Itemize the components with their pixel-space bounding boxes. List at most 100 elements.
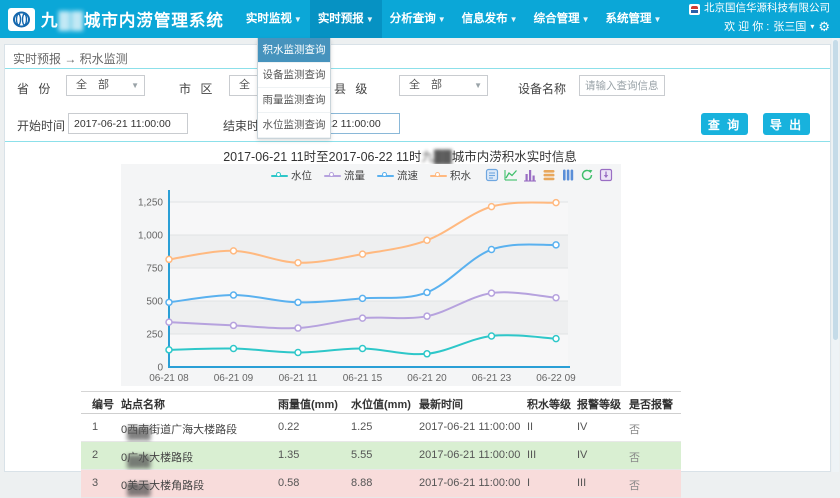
- cell-alarm: IV: [577, 421, 587, 433]
- device-name-label: 设备名称: [518, 80, 566, 97]
- line-chart-icon[interactable]: [504, 168, 518, 187]
- censored-station-code: ███: [127, 484, 150, 496]
- menu-item-realtime-monitor[interactable]: 实时监视▼: [238, 0, 310, 38]
- legend-item[interactable]: 流速: [377, 168, 418, 183]
- chevron-down-icon: ▼: [294, 15, 302, 24]
- svg-text:06-22 09: 06-22 09: [536, 373, 576, 384]
- chevron-down-icon: ▼: [474, 76, 482, 95]
- city-label: 市 区: [179, 80, 215, 97]
- svg-text:06-21 23: 06-21 23: [472, 373, 512, 384]
- welcome-label: 欢 迎 你 :: [724, 19, 769, 36]
- cell-no: 3: [92, 477, 98, 489]
- cell-level: I: [527, 477, 530, 489]
- chart-toolbox: [485, 168, 613, 187]
- stations-table: 编号站点名称雨量值(mm)水位值(mm)最新时间积水等级报警等级是否报警 10█…: [81, 391, 681, 498]
- divider: [5, 141, 830, 142]
- cell-alarm: III: [577, 477, 586, 489]
- save-image-icon[interactable]: [599, 168, 613, 187]
- chart-title: 2017-06-21 11时至2017-06-22 11时九██城市内涝积水实时…: [5, 146, 795, 165]
- svg-text:500: 500: [146, 297, 163, 308]
- cell-no: 1: [92, 421, 98, 433]
- county-label: 县 级: [334, 80, 370, 97]
- column-header: 编号: [92, 396, 114, 412]
- table-header: 编号站点名称雨量值(mm)水位值(mm)最新时间积水等级报警等级是否报警: [81, 391, 681, 414]
- column-header: 最新时间: [419, 396, 463, 412]
- cell-water: 5.55: [351, 449, 372, 461]
- censored-station-code: ███: [127, 428, 150, 440]
- export-button[interactable]: 导 出: [763, 113, 810, 135]
- legend-item[interactable]: 水位: [271, 168, 312, 183]
- column-header: 雨量值(mm): [278, 396, 338, 412]
- line-chart: 02505007501,0001,25006-21 0806-21 0906-2…: [121, 164, 621, 386]
- welcome-user[interactable]: 欢 迎 你 : 张三国 ▾ ⚙: [689, 17, 830, 37]
- svg-text:750: 750: [146, 264, 163, 275]
- svg-text:06-21 08: 06-21 08: [149, 373, 189, 384]
- scrollbar-thumb[interactable]: [833, 40, 838, 340]
- menu-item-system-mgmt[interactable]: 系统管理▼: [598, 0, 670, 38]
- legend-marker-icon: [271, 175, 288, 177]
- province-label: 省 份: [17, 80, 53, 97]
- start-time-input[interactable]: [68, 113, 188, 134]
- menu-item-info-publish[interactable]: 信息发布▼: [454, 0, 526, 38]
- legend-item[interactable]: 流量: [324, 168, 365, 183]
- start-time-label: 开始时间: [17, 117, 65, 134]
- stack-icon[interactable]: [542, 168, 556, 187]
- svg-text:0: 0: [157, 363, 163, 374]
- main-menu: 实时监视▼实时预报▼分析查询▼信息发布▼综合管理▼系统管理▼: [238, 0, 670, 38]
- cell-water: 8.88: [351, 477, 372, 489]
- svg-text:06-21 09: 06-21 09: [214, 373, 254, 384]
- cell-is-alarm: 否: [629, 449, 640, 465]
- bar-chart-icon[interactable]: [523, 168, 537, 187]
- cell-time: 2017-06-21 11:00:00: [419, 449, 520, 461]
- county-select[interactable]: 全 部▼: [399, 75, 488, 96]
- cell-station: 0███美天大楼角路段: [121, 477, 204, 493]
- cell-is-alarm: 否: [629, 477, 640, 493]
- cell-alarm: IV: [577, 449, 587, 461]
- chevron-down-icon: ▼: [582, 15, 590, 24]
- column-header: 水位值(mm): [351, 396, 411, 412]
- cell-time: 2017-06-21 11:00:00: [419, 477, 520, 489]
- province-select[interactable]: 全 部▼: [66, 75, 145, 96]
- restore-icon[interactable]: [580, 168, 594, 187]
- column-header: 站点名称: [121, 396, 165, 412]
- header-right: 北京国信华源科技有限公司 欢 迎 你 : 张三国▾ ⚙: [689, 1, 830, 36]
- query-button[interactable]: 查 询: [701, 113, 748, 135]
- menu-item-realtime-forecast[interactable]: 实时预报▼: [310, 0, 382, 38]
- table-body: 10███西南街道广海大楼路段0.221.252017-06-21 11:00:…: [81, 414, 681, 498]
- app-title: 九██城市内涝管理系统: [41, 7, 224, 31]
- breadcrumb: 实时预报 → 积水监测: [13, 50, 128, 67]
- username[interactable]: 张三国: [773, 19, 806, 36]
- user-caret-icon[interactable]: ▾: [810, 21, 814, 33]
- column-header: 积水等级: [527, 396, 571, 412]
- column-header: 报警等级: [577, 396, 621, 412]
- chevron-down-icon: ▼: [510, 15, 518, 24]
- legend-item[interactable]: 积水: [430, 168, 471, 183]
- dropdown-item-water-level-monitor-query[interactable]: 水位监测查询: [258, 113, 330, 138]
- forecast-dropdown-menu: 积水监测查询设备监测查询雨量监测查询水位监测查询: [257, 38, 331, 139]
- table-row[interactable]: 30███美天大楼角路段0.588.882017-06-21 11:00:00I…: [81, 470, 681, 498]
- tiled-icon[interactable]: [561, 168, 575, 187]
- chart-area: 02505007501,0001,25006-21 0806-21 0906-2…: [121, 164, 621, 386]
- table-row[interactable]: 20███广水大楼路段1.355.552017-06-21 11:00:00II…: [81, 442, 681, 470]
- dropdown-item-device-monitor-query[interactable]: 设备监测查询: [258, 63, 330, 88]
- cell-water: 1.25: [351, 421, 372, 433]
- dropdown-item-ponding-monitor-query[interactable]: 积水监测查询: [258, 38, 330, 63]
- dropdown-item-rainfall-monitor-query[interactable]: 雨量监测查询: [258, 88, 330, 113]
- cell-is-alarm: 否: [629, 421, 640, 437]
- menu-item-comprehensive-mgmt[interactable]: 综合管理▼: [526, 0, 598, 38]
- menu-item-analysis-query[interactable]: 分析查询▼: [382, 0, 454, 38]
- svg-text:06-21 15: 06-21 15: [343, 373, 383, 384]
- chevron-down-icon: ▼: [654, 15, 662, 24]
- gear-icon[interactable]: ⚙: [818, 17, 830, 37]
- cell-level: III: [527, 449, 536, 461]
- legend-marker-icon: [324, 175, 341, 177]
- device-name-input[interactable]: [579, 75, 665, 96]
- data-view-icon[interactable]: [485, 168, 499, 187]
- svg-text:1,000: 1,000: [138, 231, 163, 242]
- vertical-scrollbar[interactable]: [832, 38, 839, 472]
- company-logo-icon: [689, 4, 700, 15]
- table-row[interactable]: 10███西南街道广海大楼路段0.221.252017-06-21 11:00:…: [81, 414, 681, 442]
- svg-text:06-21 20: 06-21 20: [407, 373, 447, 384]
- top-header: 九██城市内涝管理系统 实时监视▼实时预报▼分析查询▼信息发布▼综合管理▼系统管…: [0, 0, 840, 38]
- svg-text:1,250: 1,250: [138, 198, 163, 209]
